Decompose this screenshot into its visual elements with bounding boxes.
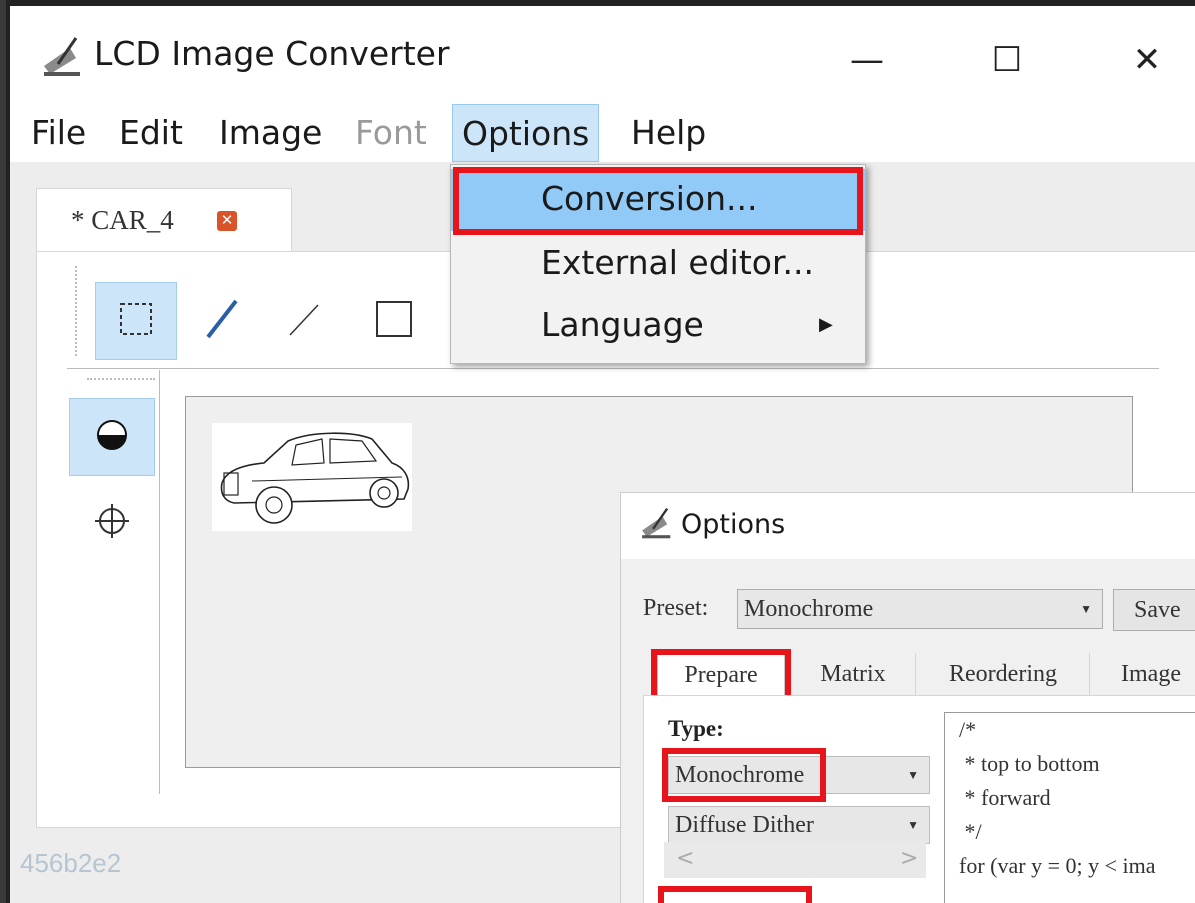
scroll-left-icon[interactable]: < — [676, 846, 694, 871]
annotation-highlight — [658, 886, 812, 903]
fill-icon — [95, 418, 129, 456]
horizontal-scrollbar[interactable]: < > — [664, 842, 926, 878]
fill-tool[interactable] — [69, 398, 155, 476]
select-rect-tool[interactable] — [95, 282, 177, 360]
move-tool[interactable] — [69, 484, 155, 562]
options-title-bar: Options — [621, 493, 1195, 559]
line-tool[interactable] — [263, 282, 345, 360]
close-button[interactable]: ✕ — [1112, 30, 1182, 90]
type-label: Type: — [668, 716, 724, 741]
side-toolbar-grip — [87, 378, 155, 381]
options-dialog: Options Preset: Monochrome ▼ Save Prepar… — [620, 492, 1195, 903]
dither-select-value: Diffuse Dither — [675, 812, 814, 838]
app-logo-icon — [639, 507, 675, 543]
options-title: Options — [681, 509, 786, 540]
preset-label: Preset: — [643, 595, 709, 621]
code-line: * forward — [959, 785, 1051, 810]
background-label: 456b2e2 — [20, 848, 122, 878]
document-tab-label: * CAR_4 — [71, 205, 174, 235]
code-line: * top to bottom — [959, 751, 1100, 776]
annotation-highlight — [662, 748, 826, 802]
annotation-highlight — [453, 167, 863, 235]
menu-image[interactable]: Image — [210, 104, 331, 162]
chevron-down-icon: ▼ — [907, 818, 919, 832]
move-icon — [93, 502, 131, 544]
menu-file[interactable]: File — [22, 104, 95, 162]
side-toolbar-divider — [159, 370, 160, 794]
preset-select-value: Monochrome — [744, 596, 874, 622]
save-button[interactable]: Save — [1113, 589, 1195, 631]
prepare-page: Type: Monochrome ▼ Diffuse Dither ▼ < > … — [643, 695, 1195, 903]
menu-font[interactable]: Font — [346, 104, 436, 162]
chevron-down-icon: ▼ — [1080, 602, 1092, 616]
document-tab[interactable]: * CAR_4 ✕ — [36, 188, 292, 253]
chevron-down-icon: ▼ — [907, 768, 919, 782]
close-icon[interactable]: ✕ — [217, 211, 237, 231]
dither-select[interactable]: Diffuse Dither ▼ — [668, 806, 930, 844]
app-logo-icon — [40, 36, 86, 82]
menu-item-language[interactable]: Language ▶ — [451, 295, 865, 357]
pen-tool[interactable] — [181, 282, 263, 360]
toolbar-grip — [75, 266, 78, 356]
options-dropdown-menu: Conversion... External editor... Languag… — [450, 164, 866, 364]
app-window: LCD Image Converter — ☐ ✕ File Edit Imag… — [6, 0, 1195, 903]
submenu-arrow-icon: ▶ — [819, 314, 833, 335]
pen-icon — [202, 297, 242, 345]
menu-bar: File Edit Image Font Options Help — [10, 104, 1195, 162]
menu-options[interactable]: Options — [452, 104, 600, 162]
code-line: */ — [959, 819, 982, 844]
tab-reordering[interactable]: Reordering — [917, 653, 1090, 695]
code-line: /* — [959, 717, 977, 742]
minimize-button[interactable]: — — [832, 30, 902, 90]
code-preview[interactable]: /* * top to bottom * forward */ for (var … — [944, 712, 1195, 903]
app-title: LCD Image Converter — [94, 34, 450, 73]
tab-matrix[interactable]: Matrix — [791, 653, 916, 695]
menu-item-external-editor[interactable]: External editor... — [451, 233, 865, 295]
scroll-right-icon[interactable]: > — [900, 846, 918, 871]
menu-item-language-label: Language — [541, 305, 704, 344]
menu-help[interactable]: Help — [622, 104, 715, 162]
rect-tool[interactable] — [353, 282, 435, 360]
menu-edit[interactable]: Edit — [110, 104, 192, 162]
tab-image[interactable]: Image — [1091, 653, 1195, 695]
select-rect-icon — [119, 302, 153, 340]
preset-select[interactable]: Monochrome ▼ — [737, 589, 1103, 629]
rect-icon — [375, 300, 413, 342]
toolbar-divider — [67, 368, 1159, 369]
car-image — [212, 423, 412, 531]
maximize-button[interactable]: ☐ — [972, 30, 1042, 90]
annotation-highlight — [651, 649, 791, 701]
code-line: for (var y = 0; y < ima — [959, 853, 1156, 878]
title-bar: LCD Image Converter — ☐ ✕ — [10, 6, 1195, 106]
line-icon — [284, 299, 324, 343]
